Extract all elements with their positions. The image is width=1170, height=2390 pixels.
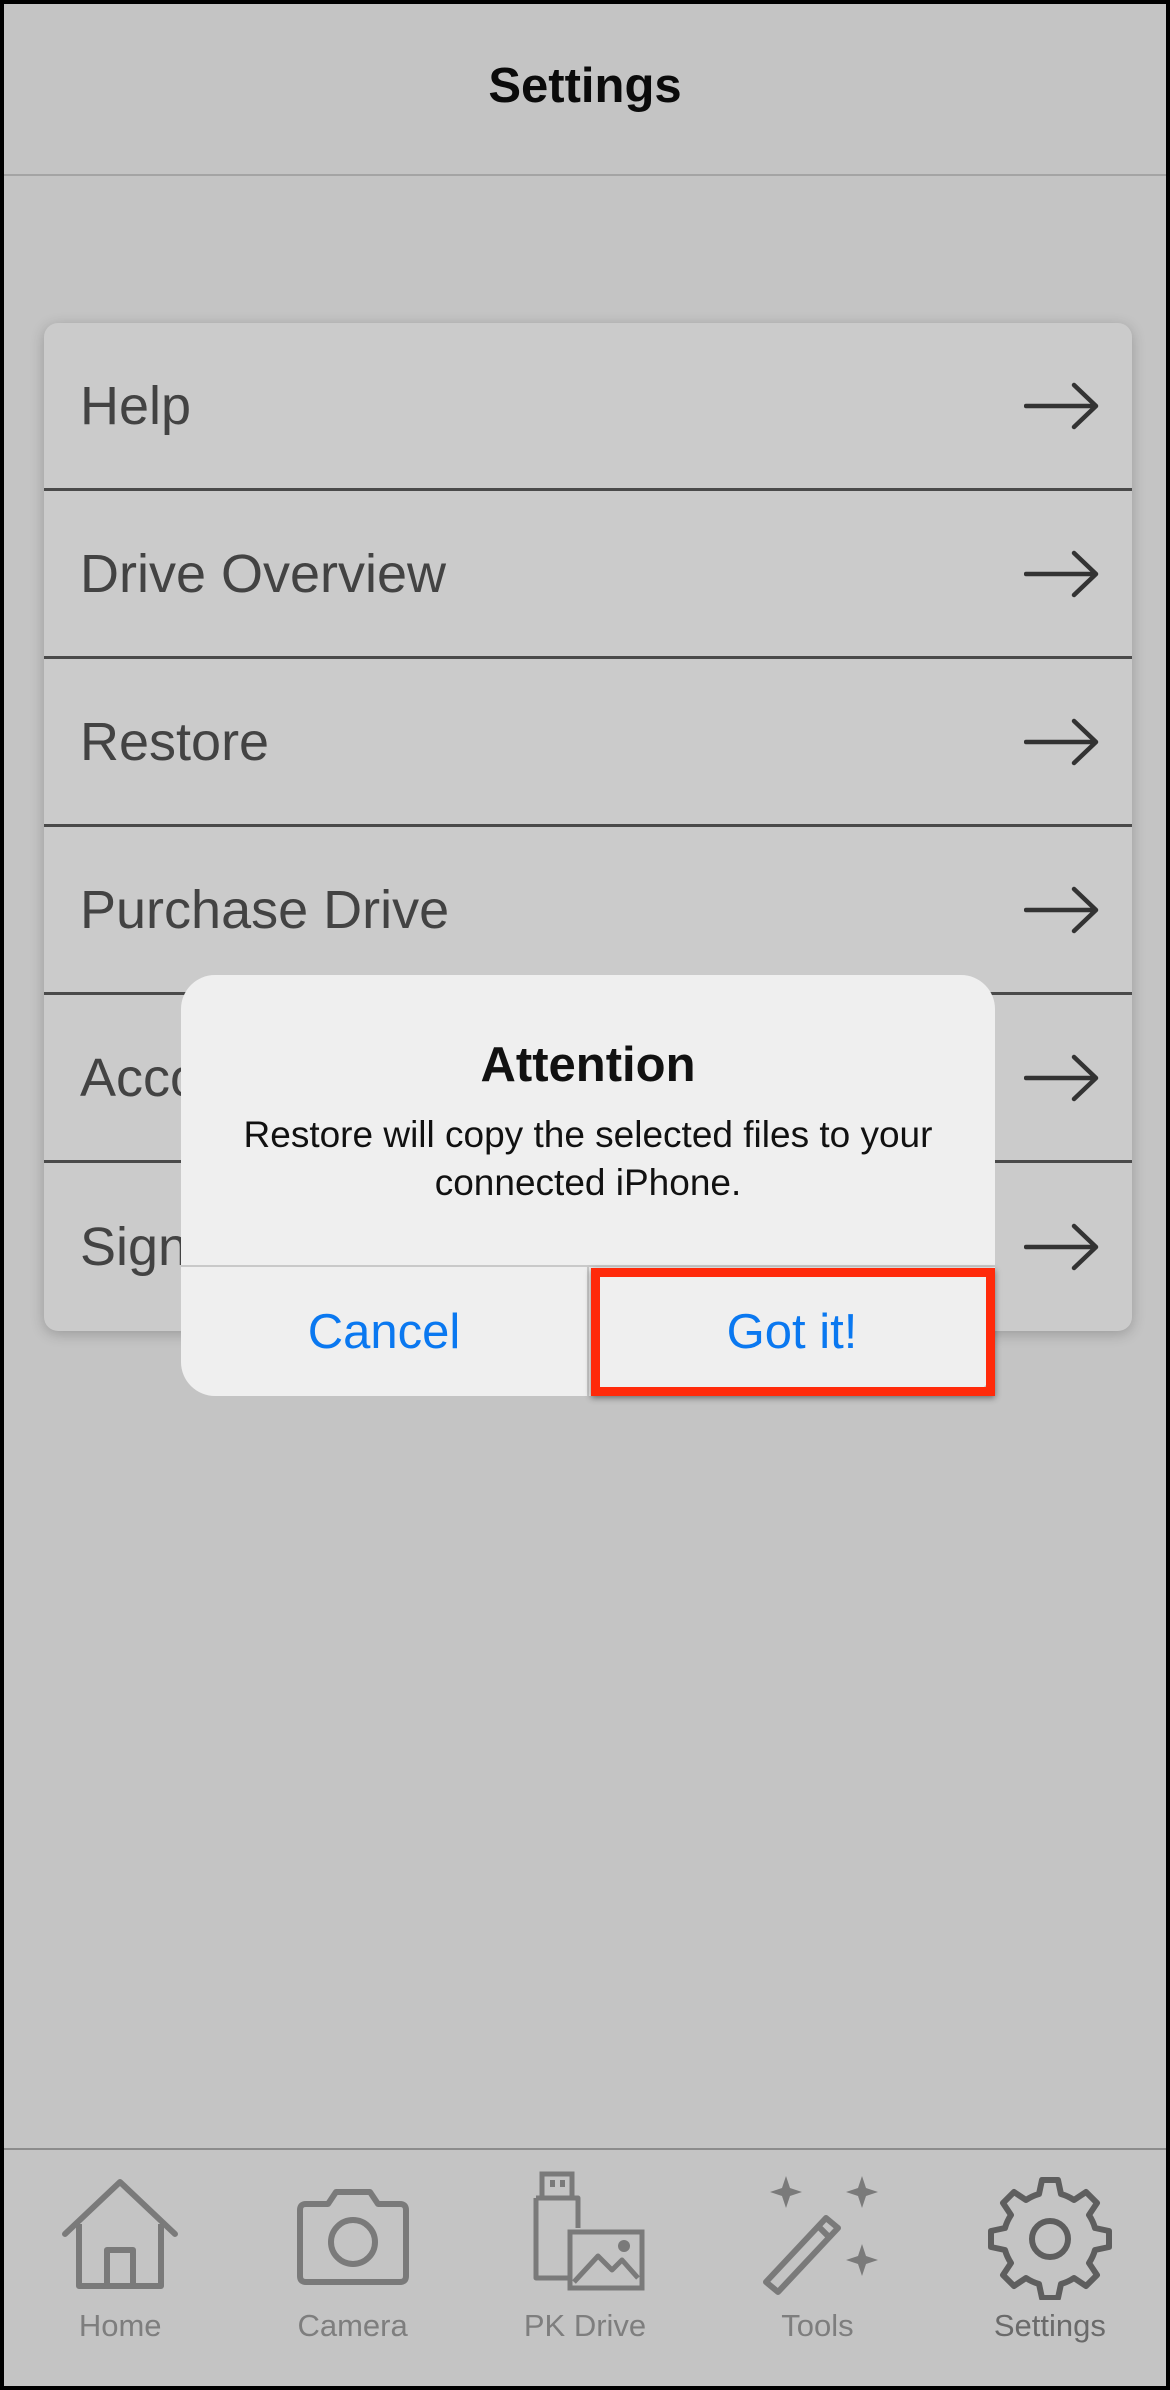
home-icon xyxy=(62,2179,179,2289)
arrow-right-icon xyxy=(1024,1223,1099,1271)
gear-icon xyxy=(987,2177,1112,2300)
arrow-right-icon xyxy=(1024,886,1099,933)
navigation-bar: Settings xyxy=(4,4,1166,176)
tab-settings[interactable]: Settings xyxy=(934,2150,1166,2386)
cancel-button[interactable]: Cancel xyxy=(181,1267,589,1396)
page-title: Settings xyxy=(488,59,682,113)
arrow-right-icon xyxy=(1024,718,1099,765)
menu-item-label: Purchase Drive xyxy=(80,879,450,940)
menu-item-label: Help xyxy=(80,375,192,436)
usb-drive-photo-icon xyxy=(533,2171,645,2291)
tab-home[interactable]: Home xyxy=(4,2150,236,2386)
tab-bar: Home Camera PK Drive Tools Settings xyxy=(4,2148,1166,2386)
menu-item-help[interactable]: Help xyxy=(44,323,1132,491)
tab-tools[interactable]: Tools xyxy=(701,2150,933,2386)
attention-alert-dialog: Attention Restore will copy the selected… xyxy=(181,975,995,1396)
camera-icon xyxy=(296,2189,409,2285)
dialog-message: Restore will copy the selected files to … xyxy=(243,1114,933,1203)
tab-label: PK Drive xyxy=(523,2308,647,2343)
tab-label: Tools xyxy=(781,2308,854,2343)
menu-item-label: Restore xyxy=(80,711,270,772)
menu-item-label: Drive Overview xyxy=(80,543,447,604)
dialog-title: Attention xyxy=(480,1038,696,1092)
tab-label: Home xyxy=(78,2308,162,2343)
menu-item-label: Sign xyxy=(80,1217,189,1277)
tab-label: Camera xyxy=(297,2308,408,2343)
menu-item-drive-overview[interactable]: Drive Overview xyxy=(44,491,1132,659)
settings-screen: Settings Help Drive Overview Restore Pur… xyxy=(0,0,1170,2390)
dialog-button-row: Cancel Got it! xyxy=(181,1265,995,1396)
tab-camera[interactable]: Camera xyxy=(236,2150,468,2386)
arrow-right-icon xyxy=(1024,550,1099,597)
got-it-button[interactable]: Got it! xyxy=(589,1267,995,1396)
tab-label: Settings xyxy=(993,2308,1106,2343)
tab-pk-drive[interactable]: PK Drive xyxy=(469,2150,701,2386)
menu-item-restore[interactable]: Restore xyxy=(44,659,1132,827)
magic-wand-icon xyxy=(763,2176,879,2295)
menu-item-purchase-drive[interactable]: Purchase Drive xyxy=(44,827,1132,995)
arrow-right-icon xyxy=(1024,382,1099,429)
arrow-right-icon xyxy=(1024,1054,1099,1101)
